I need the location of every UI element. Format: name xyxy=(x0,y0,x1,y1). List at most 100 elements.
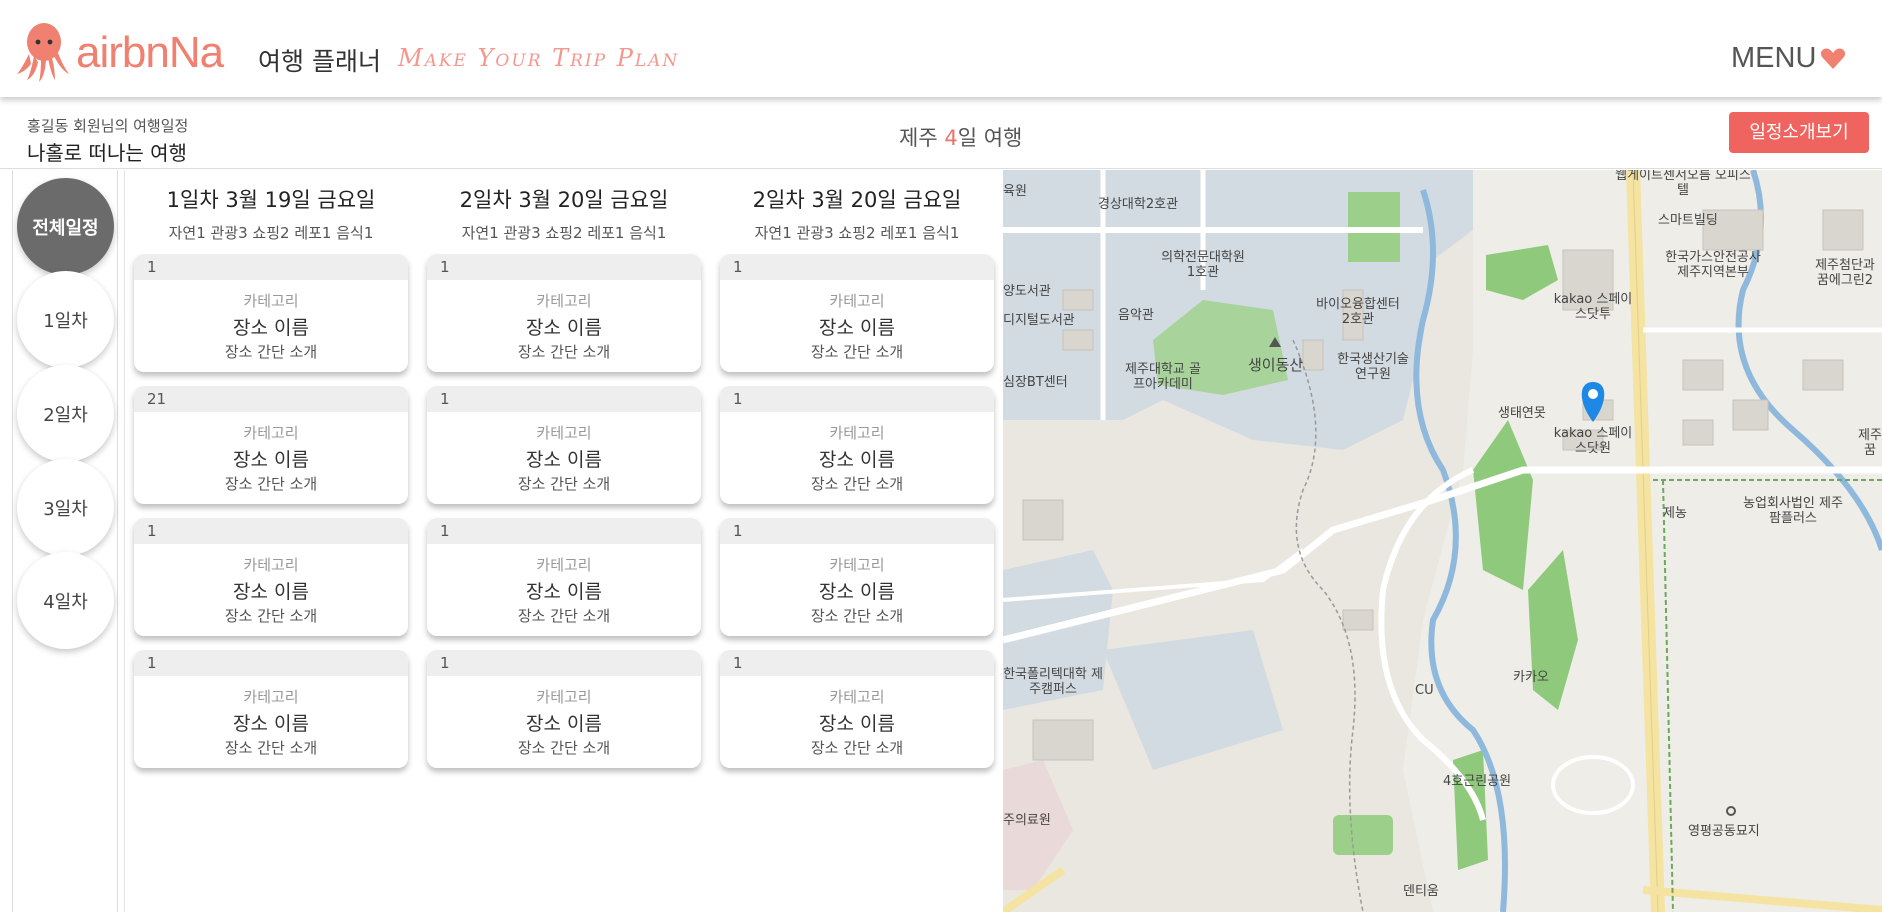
place-order-number: 1 xyxy=(720,386,994,412)
map-canvas xyxy=(1003,170,1882,912)
day-tab-1[interactable]: 1일차 xyxy=(17,271,114,368)
place-category: 카테고리 xyxy=(243,424,299,442)
place-card[interactable]: 1 카테고리장소 이름장소 간단 소개 xyxy=(134,518,408,636)
day-tab-4[interactable]: 4일차 xyxy=(17,552,114,649)
place-card[interactable]: 1 카테고리 장소 이름 장소 간단 소개 xyxy=(720,386,994,504)
place-category: 카테고리 xyxy=(243,556,299,574)
map-view[interactable]: 웹게이트센서오름 오피스텔 경상대학2호관 스마트빌딩 의학전문대학원 1호관 … xyxy=(1003,170,1882,912)
place-name: 장소 이름 xyxy=(233,581,309,603)
place-category: 카테고리 xyxy=(829,424,885,442)
day-column-header: 2일차 3월 20일 금요일자연1 관광3 쇼핑2 레포1 음식1 xyxy=(427,170,701,243)
place-description: 장소 간단 소개 xyxy=(224,739,318,757)
place-order-number: 1 xyxy=(134,518,408,544)
map-label: 스마트빌딩 xyxy=(1658,213,1718,228)
map-label: 음악관 xyxy=(1118,308,1154,323)
map-label: kakao 스페이스닷투 xyxy=(1553,292,1633,322)
menu-button[interactable]: MENU xyxy=(1731,42,1816,75)
place-card[interactable]: 1 카테고리 장소 이름 장소 간단 소개 xyxy=(427,386,701,504)
place-order-number: 1 xyxy=(427,386,701,412)
day-column-header: 2일차 3월 20일 금요일 자연1 관광3 쇼핑2 레포1 음식1 xyxy=(720,170,994,243)
place-order-number: 1 xyxy=(427,254,701,280)
map-label: 생태연못 xyxy=(1498,406,1546,421)
day-tab-0[interactable]: 전체일정 xyxy=(17,178,114,275)
place-description: 장소 간단 소개 xyxy=(517,475,611,493)
map-label: 덴티움 xyxy=(1403,884,1439,899)
place-name: 장소 이름 xyxy=(819,581,895,603)
divider xyxy=(124,170,125,912)
place-description: 장소 간단 소개 xyxy=(810,607,904,625)
day-column-title: 2일차 3월 20일 금요일 xyxy=(752,188,962,212)
trip-name: 나홀로 떠나는 여행 xyxy=(27,141,187,165)
day-navigation: 전체일정 1일차 2일차 3일차 4일차 xyxy=(12,170,118,912)
map-label: 주의료원 xyxy=(1003,813,1051,828)
place-category: 카테고리 xyxy=(536,688,592,706)
map-label: 디지털도서관 xyxy=(1003,313,1075,328)
place-category: 카테고리 xyxy=(536,292,592,310)
logo-text[interactable]: airbnNa xyxy=(76,28,224,78)
place-category: 카테고리 xyxy=(536,424,592,442)
place-card[interactable]: 1 카테고리장소 이름장소 간단 소개 xyxy=(720,518,994,636)
schedule-intro-button[interactable]: 일정소개보기 xyxy=(1729,112,1869,153)
day-tab-3[interactable]: 3일차 xyxy=(17,459,114,556)
place-category: 카테고리 xyxy=(243,688,299,706)
map-label: CU xyxy=(1415,683,1434,698)
place-card[interactable]: 1 카테고리 장소 이름 장소 간단 소개 xyxy=(134,650,408,768)
octopus-logo-icon[interactable] xyxy=(15,20,73,82)
place-card[interactable]: 1 카테고리 장소 이름 장소 간단 소개 xyxy=(720,254,994,372)
map-label: 육원 xyxy=(1003,184,1027,199)
map-label: 웹게이트센서오름 오피스텔 xyxy=(1615,170,1751,198)
place-category: 카테고리 xyxy=(829,556,885,574)
place-description: 장소 간단 소개 xyxy=(810,739,904,757)
day-column-summary: 자연1 관광3 쇼핑2 레포1 음식1 xyxy=(461,224,667,242)
trip-title-prefix: 제주 xyxy=(899,126,945,150)
map-label: 제주대학교 골프아카데미 xyxy=(1125,362,1201,392)
heart-icon[interactable] xyxy=(1820,48,1846,70)
trip-days-count: 4 xyxy=(944,126,958,150)
place-description: 장소 간단 소개 xyxy=(224,607,318,625)
map-label: 제주첨단과 꿈에그린2 xyxy=(1815,258,1875,288)
map-label: 양도서관 xyxy=(1003,284,1051,299)
place-category: 카테고리 xyxy=(243,292,299,310)
place-card[interactable]: 1 카테고리 장소 이름 장소 간단 소개 xyxy=(134,254,408,372)
map-label: 한국가스안전공사 제주지역본부 xyxy=(1665,250,1761,280)
map-label: 제주 꿈 xyxy=(1858,428,1882,458)
place-card[interactable]: 1 카테고리 장소 이름 장소 간단 소개 xyxy=(427,650,701,768)
app-header: airbnNa 여행 플래너 Make Your Trip Plan MENU xyxy=(0,0,1882,97)
place-name: 장소 이름 xyxy=(819,449,895,471)
trip-title: 제주 4일 여행 xyxy=(899,122,1022,152)
place-order-number: 1 xyxy=(720,518,994,544)
place-category: 카테고리 xyxy=(829,688,885,706)
day-column-header: 1일차 3월 19일 금요일 자연1 관광3 쇼핑2 레포1 음식1 xyxy=(134,170,408,243)
map-label: 농업회사법인 제주팜플러스 xyxy=(1743,496,1843,526)
map-label: 4호근린공원 xyxy=(1443,774,1512,789)
place-order-number: 1 xyxy=(134,254,408,280)
map-label: 카카오 xyxy=(1513,670,1549,685)
owner-text: 홍길동 회원님의 여행일정 xyxy=(27,117,189,135)
map-label: 한국생산기술 연구원 xyxy=(1337,352,1409,382)
place-order-number: 1 xyxy=(720,254,994,280)
trip-info-bar: 홍길동 회원님의 여행일정 나홀로 떠나는 여행 제주 4일 여행 일정소개보기 xyxy=(0,97,1882,169)
map-label: 영평공동묘지 xyxy=(1688,824,1760,839)
slogan: Make Your Trip Plan xyxy=(398,44,680,72)
map-label: 한국폴리텍대학 제주캠퍼스 xyxy=(1003,667,1103,697)
place-order-number: 1 xyxy=(720,650,994,676)
place-name: 장소 이름 xyxy=(233,449,309,471)
place-card[interactable]: 1 카테고리 장소 이름 장소 간단 소개 xyxy=(427,254,701,372)
place-name: 장소 이름 xyxy=(819,713,895,735)
place-description: 장소 간단 소개 xyxy=(517,607,611,625)
day-tab-2[interactable]: 2일차 xyxy=(17,365,114,462)
map-label: 의학전문대학원 1호관 xyxy=(1161,250,1245,280)
map-label: 생이동산 xyxy=(1248,356,1304,374)
day-column-title: 1일차 3월 19일 금요일 xyxy=(166,188,376,212)
map-label: 심장BT센터 xyxy=(1003,375,1068,390)
place-name: 장소 이름 xyxy=(233,317,309,339)
place-card[interactable]: 1 카테고리 장소 이름 장소 간단 소개 xyxy=(427,518,701,636)
place-category: 카테고리 xyxy=(536,556,592,574)
place-card[interactable]: 21 카테고리 장소 이름 장소 간단 소개 xyxy=(134,386,408,504)
place-name: 장소 이름 xyxy=(233,713,309,735)
place-order-number: 1 xyxy=(427,518,701,544)
place-card[interactable]: 1 카테고리장소 이름장소 간단 소개 xyxy=(720,650,994,768)
place-description: 장소 간단 소개 xyxy=(517,739,611,757)
trip-title-suffix: 일 여행 xyxy=(957,126,1023,150)
day-column-title: 2일차 3월 20일 금요일 xyxy=(459,188,669,212)
